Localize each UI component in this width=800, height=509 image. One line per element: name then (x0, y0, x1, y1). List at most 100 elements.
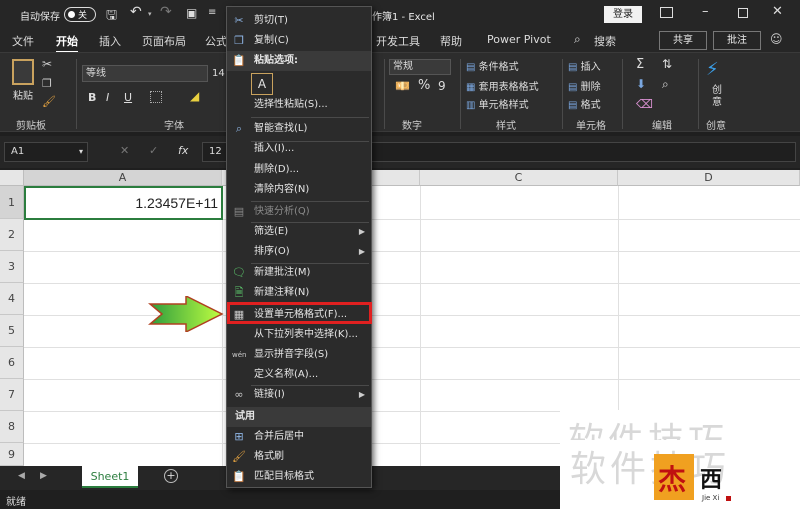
tab-search[interactable]: 搜索 (594, 33, 616, 49)
redo-icon[interactable]: ↷ (160, 4, 172, 20)
menu-item-cut[interactable]: ✂ 剪切(T) (227, 11, 371, 31)
format-cells-button[interactable]: ▤ 格式 (568, 96, 601, 111)
maximize-icon[interactable] (738, 8, 748, 18)
comma-button[interactable]: 9 (438, 79, 446, 93)
menu-item-clear-contents[interactable]: 清除内容(N) (227, 180, 371, 200)
row-header-1[interactable]: 1 (0, 186, 24, 219)
tab-power-pivot[interactable]: Power Pivot (487, 33, 551, 46)
autosave-toggle[interactable]: 关 (64, 7, 96, 22)
name-box-dropdown-icon[interactable]: ▾ (79, 143, 83, 161)
close-icon[interactable]: ✕ (772, 4, 783, 19)
menu-item-filter[interactable]: 筛选(E) ▶ (227, 222, 371, 242)
cell-styles-button[interactable]: ▥ 单元格样式 (466, 96, 529, 111)
insert-cells-button[interactable]: ▤ 插入 (568, 58, 601, 73)
ribbon-display-icon[interactable] (660, 7, 673, 18)
tab-home[interactable]: 开始 (56, 33, 78, 53)
camera-icon[interactable]: ▣ (186, 6, 197, 20)
table-format-button[interactable]: ▦ 套用表格格式 (466, 78, 539, 93)
cut-icon[interactable]: ✂ (42, 57, 52, 71)
italic-button[interactable]: I (106, 91, 109, 104)
tab-formulas[interactable]: 公式 (205, 33, 227, 49)
scroll-left-icon[interactable]: ◀ (18, 471, 25, 481)
menu-item-define-name[interactable]: 定义名称(A)... (227, 365, 371, 385)
ribbon-divider (622, 59, 623, 129)
font-name-select[interactable]: 等线 (82, 65, 208, 82)
lightning-icon[interactable]: ⚡ (706, 59, 719, 80)
menu-item-show-phonetic[interactable]: wén 显示拼音字段(S) (227, 345, 371, 365)
sort-filter-icon[interactable]: ⇅ (662, 57, 672, 71)
row-header-7[interactable]: 7 (0, 379, 24, 411)
row-header-3[interactable]: 3 (0, 251, 24, 283)
scroll-right-icon[interactable]: ▶ (40, 471, 47, 481)
menu-item-paste-special[interactable]: 选择性粘贴(S)... (227, 95, 371, 115)
insert-function-button[interactable]: fx (178, 144, 188, 157)
menu-item-copy[interactable]: ❐ 复制(C) (227, 31, 371, 51)
add-sheet-button[interactable]: + (164, 469, 178, 483)
tab-file[interactable]: 文件 (12, 33, 34, 49)
smiley-icon[interactable]: ☺ (770, 32, 783, 46)
undo-dropdown-icon[interactable]: ▾ (148, 10, 152, 18)
paste-icon[interactable] (12, 59, 34, 85)
row-header-8[interactable]: 8 (0, 411, 24, 443)
tab-help[interactable]: 帮助 (440, 33, 462, 49)
save-icon[interactable]: 🖫 (106, 6, 117, 28)
currency-icon[interactable]: 💴 (395, 79, 410, 93)
undo-icon[interactable]: ↶ (130, 4, 142, 20)
column-header-a[interactable]: A (24, 170, 222, 186)
font-size-select[interactable]: 14 (212, 65, 226, 82)
sheet-tab-sheet1[interactable]: Sheet1 (82, 466, 138, 488)
share-button[interactable]: 共享 (659, 31, 707, 50)
row-header-4[interactable]: 4 (0, 283, 24, 315)
column-header-d[interactable]: D (618, 170, 800, 186)
row-header-2[interactable]: 2 (0, 219, 24, 251)
fill-icon[interactable]: ⬇ (636, 77, 646, 91)
underline-button[interactable]: U (124, 91, 132, 104)
menu-item-insert[interactable]: 插入(I)... (227, 139, 371, 159)
menu-item-match-format[interactable]: 📋 匹配目标格式 (227, 467, 371, 487)
borders-icon[interactable] (150, 91, 162, 103)
autosum-icon[interactable]: Σ (636, 57, 644, 72)
paste-button[interactable]: 粘贴 (13, 87, 33, 102)
tab-insert[interactable]: 插入 (99, 33, 121, 49)
cancel-icon[interactable]: ✕ (120, 144, 129, 157)
customize-qat-icon[interactable]: ≡ (208, 7, 216, 18)
number-format-select[interactable]: 常规 (389, 59, 451, 75)
delete-cells-button[interactable]: ▤ 删除 (568, 78, 601, 93)
minimize-icon[interactable]: – (702, 4, 709, 19)
menu-item-merge-center[interactable]: ⊞ 合并后居中 (227, 427, 371, 447)
enter-icon[interactable]: ✓ (149, 144, 158, 157)
menu-item-new-note[interactable]: 🗎 新建注释(N) (227, 283, 371, 303)
row-header-5[interactable]: 5 (0, 315, 24, 347)
menu-item-new-comment[interactable]: 🗨 新建批注(M) (227, 263, 371, 283)
menu-section-try: 试用 (227, 407, 371, 427)
create-button[interactable]: 创意 (712, 85, 724, 109)
conditional-format-button[interactable]: ▤ 条件格式 (466, 58, 519, 73)
menu-item-pick-from-list[interactable]: 从下拉列表中选择(K)... (227, 325, 371, 345)
format-painter-icon[interactable]: 🖌 (42, 95, 56, 108)
name-box[interactable]: A1 ▾ (4, 142, 88, 162)
find-icon[interactable]: ⌕ (662, 77, 669, 92)
insert-cells-label: 插入 (580, 62, 601, 73)
menu-item-format-painter[interactable]: 🖌 格式刷 (227, 447, 371, 467)
ribbon-divider (460, 59, 461, 129)
percent-button[interactable]: % (418, 78, 430, 93)
search-icon[interactable]: ⌕ (574, 32, 581, 47)
bold-button[interactable]: B (88, 91, 96, 104)
fill-color-icon[interactable]: ◢ (190, 89, 199, 103)
cell-a1[interactable]: 1.23457E+11 (24, 186, 223, 220)
row-header-6[interactable]: 6 (0, 347, 24, 379)
clear-icon[interactable]: ⌫ (636, 97, 653, 111)
copy-icon[interactable]: ❐ (42, 77, 52, 90)
menu-item-sort[interactable]: 排序(O) ▶ (227, 242, 371, 262)
select-all-corner[interactable] (0, 170, 24, 186)
menu-item-delete[interactable]: 删除(D)... (227, 160, 371, 180)
row-header-9[interactable]: 9 (0, 443, 24, 466)
tab-developer[interactable]: 开发工具 (376, 33, 420, 49)
menu-item-link[interactable]: ∞ 链接(I) ▶ (227, 385, 371, 405)
comments-button[interactable]: 批注 (713, 31, 761, 50)
menu-item-smart-lookup[interactable]: ⌕ 智能查找(L) (227, 119, 371, 139)
login-button[interactable]: 登录 (604, 6, 642, 23)
paste-a-icon[interactable]: A (251, 73, 273, 95)
tab-page-layout[interactable]: 页面布局 (142, 33, 186, 49)
column-header-c[interactable]: C (420, 170, 618, 186)
